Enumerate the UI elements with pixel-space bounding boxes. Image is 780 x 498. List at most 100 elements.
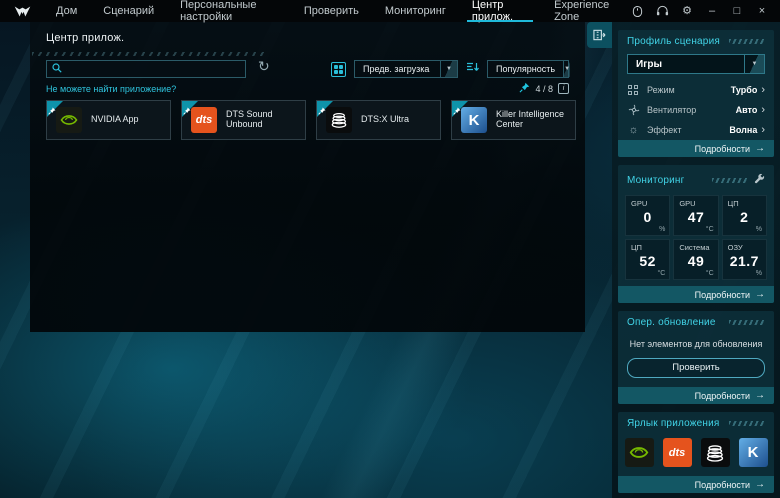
app-shortcuts-panel: Ярлык приложения dts K Подробности → [618, 412, 774, 493]
sort-dropdown[interactable]: Популярность ▼ [487, 60, 569, 78]
mouse-icon[interactable] [629, 3, 645, 19]
app-card-dtsx-ultra[interactable]: DTS:X Ultra [316, 100, 441, 140]
tile-unit: % [756, 226, 762, 233]
app-card-killer[interactable]: K Killer Intelligence Center [451, 100, 576, 140]
titlebar: Дом Сценарий Персональные настройки Пров… [0, 0, 780, 22]
tile-label: ОЗУ [728, 243, 743, 252]
info-icon[interactable]: i [558, 83, 569, 94]
maximize-button[interactable]: □ [729, 3, 745, 19]
sidebar: Профиль сценария Игры ▼ Режим Турбо › Ве… [612, 18, 780, 498]
scenario-row-mode[interactable]: Режим Турбо › [618, 80, 774, 100]
tab-scenario[interactable]: Сценарий [90, 0, 167, 22]
update-panel: Опер. обновление Нет элементов для обнов… [618, 311, 774, 404]
scenario-row-effect[interactable]: ☼ Эффект Волна › [618, 120, 774, 140]
decor-slashes [729, 421, 765, 426]
arrow-right-icon: → [755, 289, 765, 300]
update-details-link[interactable]: Подробности → [618, 387, 774, 404]
tile-cpu-temp: ЦП 52 °C [625, 239, 670, 280]
chevron-right-icon: › [761, 125, 765, 136]
scenario-details-link[interactable]: Подробности → [618, 140, 774, 157]
row-value: Турбо [731, 85, 758, 95]
shortcut-dtsx[interactable] [701, 438, 730, 467]
tile-unit: % [756, 270, 762, 277]
tab-app-center[interactable]: Центр прилож. [459, 0, 541, 22]
close-button[interactable]: × [754, 3, 770, 19]
shortcut-killer[interactable]: K [739, 438, 768, 467]
decor-slashes [729, 320, 765, 325]
fan-icon [627, 104, 640, 117]
wrench-icon[interactable] [754, 171, 765, 189]
app-card-nvidia[interactable]: NVIDIA App [46, 100, 171, 140]
scenario-profile-dropdown[interactable]: Игры ▼ [627, 54, 765, 74]
sidebar-collapse-button[interactable] [587, 22, 612, 48]
shortcut-icons-row: dts K [618, 438, 774, 467]
chevron-down-icon: ▼ [744, 55, 764, 73]
gear-icon[interactable]: ⚙ [679, 3, 695, 19]
lighting-effect-icon: ☼ [627, 124, 640, 137]
tile-label: Система [679, 243, 709, 252]
shortcut-nvidia[interactable] [625, 438, 654, 467]
update-empty-text: Нет элементов для обновления [624, 339, 768, 349]
app-card-dts-sound-unbound[interactable]: dts DTS Sound Unbound [181, 100, 306, 140]
app-card-label: NVIDIA App [91, 115, 143, 125]
arrow-right-icon: → [755, 390, 765, 401]
page-title: Центр прилож. [46, 32, 124, 44]
headset-icon[interactable] [654, 3, 670, 19]
scenario-row-fan[interactable]: Вентилятор Авто › [618, 100, 774, 120]
row-label: Эффект [647, 125, 681, 135]
arrow-right-icon: → [755, 143, 765, 154]
sort-icon[interactable] [466, 60, 479, 78]
filter-dropdown-value: Предв. загрузка [355, 64, 437, 74]
monitoring-details-link[interactable]: Подробности → [618, 286, 774, 303]
search-input[interactable] [67, 64, 240, 74]
details-label: Подробности [695, 391, 750, 401]
tile-ram-usage: ОЗУ 21.7 % [722, 239, 767, 280]
decor-slashes [712, 178, 748, 183]
tile-cpu-usage: ЦП 2 % [722, 195, 767, 236]
pin-icon [183, 102, 191, 120]
app-card-label: DTS Sound Unbound [226, 110, 305, 130]
app-card-label: DTS:X Ultra [361, 115, 413, 125]
filter-bar: Предв. загрузка ▼ Популярность ▼ [331, 60, 569, 78]
pin-count-label: 4 / 8 [535, 84, 553, 94]
details-label: Подробности [695, 144, 750, 154]
tile-label: GPU [679, 199, 695, 208]
monitoring-panel-title: Мониторинг [627, 175, 684, 186]
tab-personalization[interactable]: Персональные настройки [167, 0, 291, 22]
tile-gpu-temp: GPU 47 °C [673, 195, 718, 236]
pin-icon [453, 102, 461, 120]
scenario-profile-value: Игры [628, 59, 670, 70]
tile-unit: °C [706, 270, 714, 277]
row-value: Авто [736, 105, 758, 115]
main-nav: Дом Сценарий Персональные настройки Пров… [43, 0, 629, 22]
tile-value: 21.7 [723, 253, 766, 269]
tab-experience-zone[interactable]: Experience Zone [541, 0, 629, 22]
tab-monitoring[interactable]: Мониторинг [372, 0, 459, 22]
details-label: Подробности [695, 290, 750, 300]
pin-icon [318, 102, 326, 120]
refresh-icon[interactable]: ↻ [258, 58, 270, 75]
tile-unit: % [659, 226, 665, 233]
filter-dropdown[interactable]: Предв. загрузка ▼ [354, 60, 458, 78]
update-panel-title: Опер. обновление [627, 317, 716, 328]
chevron-down-icon: ▼ [563, 61, 570, 77]
minimize-button[interactable]: – [704, 3, 720, 19]
sort-dropdown-value: Популярность [488, 64, 563, 74]
tile-value: 2 [723, 209, 766, 225]
pin-icon [48, 102, 56, 120]
shortcut-dts[interactable]: dts [663, 438, 692, 467]
chevron-down-icon: ▼ [440, 61, 457, 77]
shortcuts-details-link[interactable]: Подробности → [618, 476, 774, 493]
predator-logo-icon [14, 5, 31, 18]
scenario-panel-title: Профиль сценария [627, 36, 720, 47]
category-filter-icon[interactable] [331, 62, 346, 77]
tab-check[interactable]: Проверить [291, 0, 372, 22]
check-updates-button[interactable]: Проверить [627, 358, 765, 378]
row-label: Режим [647, 85, 675, 95]
scenario-profile-panel: Профиль сценария Игры ▼ Режим Турбо › Ве… [618, 30, 774, 157]
tile-unit: °C [657, 270, 665, 277]
tab-home[interactable]: Дом [43, 0, 90, 22]
pin-icon [519, 82, 530, 95]
app-center-panel: Центр прилож. ↻ Предв. загрузка ▼ Популя… [30, 22, 585, 332]
cant-find-app-link[interactable]: Не можете найти приложение? [46, 84, 176, 94]
